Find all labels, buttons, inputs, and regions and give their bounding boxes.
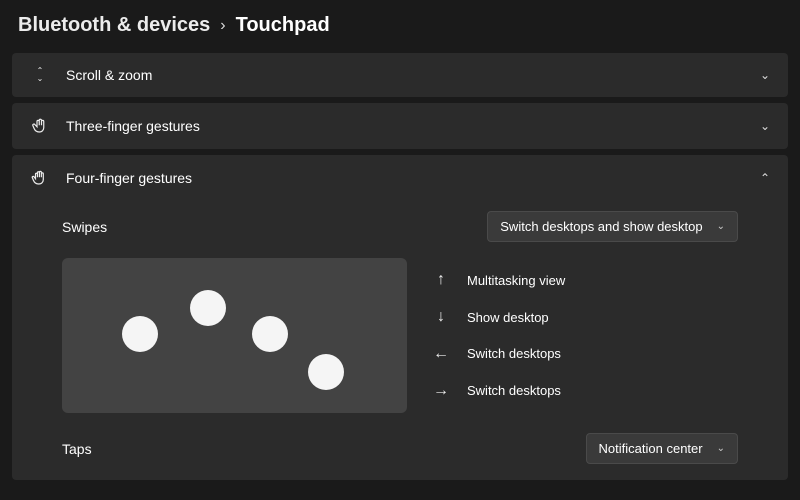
panel-scroll-zoom: ⌃⌄ Scroll & zoom ⌄ xyxy=(12,53,788,97)
gesture-label: Show desktop xyxy=(467,310,549,325)
gesture-up: ↑ Multitasking view xyxy=(433,271,565,289)
scroll-zoom-icon: ⌃⌄ xyxy=(30,68,50,82)
chevron-down-icon: ⌄ xyxy=(717,221,725,232)
gesture-down: ↓ Show desktop xyxy=(433,308,565,326)
gesture-label: Switch desktops xyxy=(467,346,561,361)
chevron-down-icon: ⌄ xyxy=(760,119,770,133)
gesture-preview xyxy=(62,258,407,413)
chevron-down-icon: ⌄ xyxy=(717,443,725,454)
finger-dot xyxy=(308,354,344,390)
gesture-label: Multitasking view xyxy=(467,273,565,288)
arrow-left-icon: ← xyxy=(433,345,449,363)
finger-dot xyxy=(190,290,226,326)
arrow-up-icon: ↑ xyxy=(433,271,449,289)
chevron-down-icon: ⌄ xyxy=(760,68,770,82)
taps-dropdown[interactable]: Notification center ⌄ xyxy=(586,433,738,464)
gesture-label: Switch desktops xyxy=(467,383,561,398)
row-taps: Taps Notification center ⌄ xyxy=(30,423,770,468)
taps-label: Taps xyxy=(62,441,586,457)
breadcrumb-parent[interactable]: Bluetooth & devices xyxy=(18,14,210,37)
row-swipes: Swipes Switch desktops and show desktop … xyxy=(30,201,770,252)
chevron-right-icon: › xyxy=(220,17,225,35)
gesture-list: ↑ Multitasking view ↓ Show desktop ← Swi… xyxy=(433,258,565,413)
chevron-up-icon: ⌃ xyxy=(760,171,770,185)
hand-icon xyxy=(30,117,50,135)
panel-header-scroll-zoom[interactable]: ⌃⌄ Scroll & zoom ⌄ xyxy=(12,53,788,97)
finger-dot xyxy=(122,316,158,352)
taps-dropdown-value: Notification center xyxy=(599,441,703,456)
panel-label: Scroll & zoom xyxy=(66,67,744,83)
panel-four-finger: Four-finger gestures ⌃ Swipes Switch des… xyxy=(12,155,788,480)
panel-label: Four-finger gestures xyxy=(66,170,744,186)
gesture-left: ← Switch desktops xyxy=(433,345,565,363)
panel-header-four-finger[interactable]: Four-finger gestures ⌃ xyxy=(12,155,788,201)
panel-three-finger: Three-finger gestures ⌄ xyxy=(12,103,788,149)
swipes-label: Swipes xyxy=(62,219,487,235)
arrow-down-icon: ↓ xyxy=(433,308,449,326)
finger-dot xyxy=(252,316,288,352)
swipes-dropdown-value: Switch desktops and show desktop xyxy=(500,219,702,234)
swipes-dropdown[interactable]: Switch desktops and show desktop ⌄ xyxy=(487,211,738,242)
arrow-right-icon: → xyxy=(433,382,449,400)
gesture-right: → Switch desktops xyxy=(433,382,565,400)
panel-header-three-finger[interactable]: Three-finger gestures ⌄ xyxy=(12,103,788,149)
page-title: Touchpad xyxy=(236,14,330,37)
gesture-area: ↑ Multitasking view ↓ Show desktop ← Swi… xyxy=(30,252,770,423)
hand-icon xyxy=(30,169,50,187)
panel-label: Three-finger gestures xyxy=(66,118,744,134)
panel-body-four-finger: Swipes Switch desktops and show desktop … xyxy=(12,201,788,480)
breadcrumb: Bluetooth & devices › Touchpad xyxy=(0,0,800,47)
